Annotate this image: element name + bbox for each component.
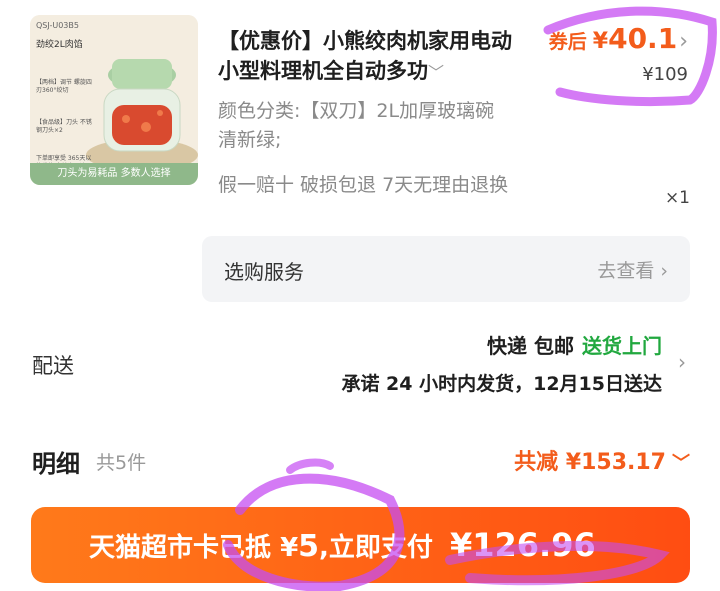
- quantity: ×1: [664, 188, 690, 208]
- thumbnail-feature: 【两档】调节 螺旋四刃360°绞切: [36, 79, 92, 94]
- view-service-link[interactable]: 去查看 ›: [597, 256, 668, 283]
- product-variant[interactable]: 颜色分类:【双刀】2L加厚玻璃碗 清新绿;: [218, 97, 518, 155]
- delivery-method[interactable]: 快递 包邮 送货上门: [487, 330, 662, 359]
- coupon-price-label: 券后: [548, 31, 587, 53]
- total-discount-text: 共减 ¥153.17: [514, 450, 666, 475]
- currency-symbol: ¥: [449, 526, 473, 564]
- total-discount[interactable]: 共减 ¥153.17 ﹀: [514, 444, 690, 476]
- delivery-method-text: 快递 包邮: [487, 334, 574, 358]
- currency-symbol: ¥: [280, 533, 299, 563]
- currency-symbol: ¥: [592, 29, 609, 54]
- product-title-text: 【优惠价】小熊绞肉机家用电动小型料理机全自动多功: [218, 29, 512, 83]
- card-deduction-text: 天猫超市卡已抵: [89, 533, 281, 563]
- detail-title: 明细: [32, 450, 80, 478]
- purchase-service-row[interactable]: 选购服务 去查看 ›: [202, 236, 690, 302]
- thumbnail-feature: 【食品级】刀头 不锈钢刀头×2: [36, 119, 92, 134]
- pay-now-button[interactable]: 天猫超市卡已抵 ¥5,立即支付 ¥126.96: [31, 507, 690, 583]
- door-delivery-badge: 送货上门: [582, 334, 662, 358]
- thumbnail-banner: 刀头为易耗品 多数人选择: [30, 163, 198, 185]
- coupon-price-value: 40.1: [608, 22, 678, 55]
- chevron-down-icon[interactable]: ﹀: [428, 63, 444, 82]
- chevron-right-icon[interactable]: ›: [678, 350, 686, 374]
- chevron-right-icon: ›: [679, 29, 688, 54]
- delivery-label: 配送: [32, 354, 74, 378]
- purchase-service-label: 选购服务: [224, 260, 304, 284]
- coupon-price[interactable]: 券后 ¥40.1›: [549, 22, 688, 55]
- thumbnail-model: QSJ-U03B5: [36, 21, 79, 30]
- pay-total-value: 126.96: [472, 526, 596, 564]
- chevron-down-icon: ﹀: [672, 453, 690, 474]
- product-title[interactable]: 【优惠价】小熊绞肉机家用电动小型料理机全自动多功﹀: [218, 26, 528, 88]
- pay-total: ¥126.96: [450, 526, 596, 564]
- pay-now-text: ,立即支付: [319, 533, 442, 563]
- delivery-promise: 承诺 24 小时内发货，12月15日送达: [341, 373, 662, 395]
- item-count: 共5件: [96, 452, 147, 474]
- product-thumbnail[interactable]: QSJ-U03B5 劲绞2L肉馅 【两档】调节 螺旋四刃360°绞切 【食品级】…: [30, 15, 198, 185]
- original-price: ¥109: [642, 64, 688, 85]
- highlight-stroke-top: [286, 458, 334, 474]
- card-deduction-amount: 5: [298, 529, 320, 564]
- service-guarantees: 假一赔十 破损包退 7天无理由退换: [218, 174, 509, 196]
- thumbnail-tag: 劲绞2L肉馅: [36, 40, 83, 50]
